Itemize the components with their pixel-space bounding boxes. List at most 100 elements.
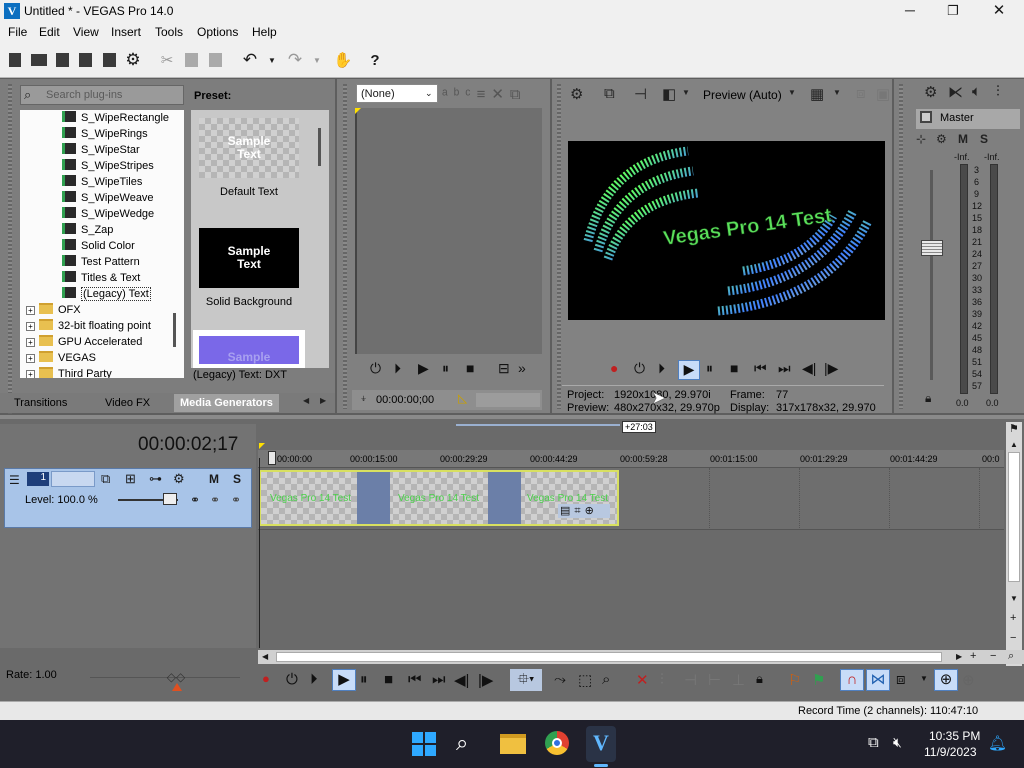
mute-button[interactable]: M <box>958 132 968 146</box>
vegas-taskbar-icon[interactable]: V <box>586 726 616 762</box>
scroll-right-icon[interactable]: ▶ <box>956 652 962 661</box>
insert-marker-icon[interactable]: ⚐ <box>788 671 801 689</box>
tree-vscrollbar[interactable] <box>173 313 176 347</box>
master-lock-icon[interactable]: 🔒︎ <box>925 391 931 406</box>
tree-item-legacy-text[interactable]: (Legacy) Text <box>62 287 151 303</box>
rate-slider-knob[interactable]: ◇◇ <box>163 670 189 684</box>
master-gear-icon[interactable]: ⚙ <box>936 132 947 146</box>
stop-icon[interactable]: ■ <box>466 360 474 376</box>
search-icon[interactable]: ⌕ <box>456 730 468 756</box>
render-as-icon[interactable] <box>100 51 118 69</box>
help-icon[interactable]: ? <box>366 51 384 69</box>
go-to-end-icon[interactable]: ⏭ <box>778 360 791 377</box>
copy-frame-icon[interactable]: ⧉ <box>510 86 527 103</box>
chrome-icon[interactable] <box>545 731 569 755</box>
preview-mode-icon[interactable]: ◧ <box>662 85 676 103</box>
pin-icon[interactable]: ⍖ <box>360 391 367 406</box>
ripple-dropdown-icon[interactable]: ▼ <box>920 674 928 683</box>
split-screen-icon[interactable]: ⊣ <box>634 85 647 103</box>
normal-edit-tool-icon[interactable]: ⯐▾ <box>510 669 542 691</box>
new-file-icon[interactable] <box>6 51 24 69</box>
tree-item-s-zap[interactable]: S_Zap <box>62 223 113 239</box>
expand-plus-icon[interactable]: + <box>26 338 35 347</box>
track-parent-icon[interactable]: ⚭ <box>190 493 200 507</box>
cut-icon[interactable]: ✂ <box>158 51 176 69</box>
copy-icon[interactable] <box>182 51 200 69</box>
taskbar-time[interactable]: 10:35 PM <box>929 729 980 743</box>
overlays-grid-icon[interactable]: ▦ <box>810 85 824 103</box>
generated-media-icon[interactable]: ▤ <box>560 505 570 517</box>
event-pan-crop-icon[interactable]: ⌗ <box>574 505 580 517</box>
tree-item-s-wipestar[interactable]: S_WipeStar <box>62 143 140 159</box>
envelope-tool-icon[interactable]: ⤳ <box>554 671 566 688</box>
go-to-start-icon[interactable]: ⏮ <box>408 671 422 688</box>
preset-thumb-default-text[interactable]: Sample Text <box>199 118 299 178</box>
windows-start-icon[interactable] <box>412 732 436 756</box>
next-frame-icon[interactable]: |▶ <box>824 360 838 377</box>
undo-dropdown-icon[interactable]: ▼ <box>263 51 281 69</box>
file-explorer-icon[interactable] <box>500 734 526 754</box>
tree-item-s-wiperings[interactable]: S_WipeRings <box>62 127 148 143</box>
list-icon[interactable]: ≡ <box>477 86 492 103</box>
track-level-slider-knob[interactable] <box>163 493 177 505</box>
taskbar-date[interactable]: 11/9/2023 <box>924 745 977 759</box>
ripple-edit-icon[interactable]: ⧈ <box>896 671 906 688</box>
play-from-start-icon[interactable]: ⏵ <box>394 360 401 377</box>
trimmer-dropdown[interactable]: (None) ⌄ <box>356 84 438 103</box>
expand-plus-icon[interactable]: + <box>26 370 35 378</box>
preview-gear-icon[interactable]: ⚙ <box>570 85 583 103</box>
search-field[interactable]: ⌕ Search plug-ins <box>20 85 184 105</box>
network-icon[interactable]: ⧉ <box>868 734 879 751</box>
solo-button[interactable]: S <box>980 132 988 146</box>
fast-forward-icon[interactable]: » <box>518 360 526 376</box>
copy-snapshot-icon[interactable]: ⧈ <box>856 85 866 102</box>
timeline-vscrollbar[interactable]: ⚑ ▲ ▼ + − <box>1006 422 1022 666</box>
tree-item-titles-and-text[interactable]: Titles & Text <box>62 271 140 287</box>
preset-thumb-legacy-dxt[interactable]: Sample <box>193 330 305 368</box>
open-folder-icon[interactable] <box>30 51 48 69</box>
pause-icon[interactable]: ⏸ <box>360 671 368 688</box>
track-fx-icon[interactable]: ⊞ <box>125 471 136 487</box>
scroll-up-icon[interactable]: ▲ <box>1010 440 1018 449</box>
tree-item-test-pattern[interactable]: Test Pattern <box>62 255 140 271</box>
tree-folder-ofx[interactable]: + OFX <box>26 303 81 319</box>
tab-scroll-left-icon[interactable]: ◀ <box>303 396 309 405</box>
loop-icon[interactable]: ⏻ <box>370 360 381 377</box>
menu-insert[interactable]: Insert <box>111 25 141 39</box>
play-from-start-icon[interactable]: ⏵ <box>658 360 665 377</box>
save-icon[interactable] <box>53 51 71 69</box>
external-monitor-icon[interactable]: ⧉ <box>604 85 615 102</box>
preview-quality-dropdown[interactable]: Preview (Auto) <box>703 88 782 102</box>
pause-icon[interactable]: ⏸ <box>442 360 449 377</box>
event-fx-icon[interactable]: ⊕ <box>585 505 594 517</box>
chevron-down-icon[interactable]: ▼ <box>788 88 796 97</box>
expand-plus-icon[interactable]: + <box>26 322 35 331</box>
stop-icon[interactable]: ■ <box>730 360 738 376</box>
play-from-start-icon[interactable]: ⏵ <box>310 671 318 688</box>
expand-plus-icon[interactable]: + <box>26 354 35 363</box>
track-composite-child-icon[interactable]: ⚭ <box>231 493 241 507</box>
redo-dropdown-icon[interactable]: ▼ <box>308 51 326 69</box>
go-to-end-icon[interactable]: ⏭ <box>432 671 446 688</box>
loop-icon[interactable]: ⏻ <box>634 360 645 377</box>
tree-item-s-wipetiles[interactable]: S_WipeTiles <box>62 175 142 191</box>
chevron-down-icon[interactable]: ▼ <box>682 88 690 97</box>
ignore-event-grouping-icon[interactable]: ⊕ <box>962 671 975 689</box>
tab-scroll-right-icon[interactable]: ▶ <box>320 396 326 405</box>
mixer-icon[interactable]: ⫶ <box>996 83 1000 100</box>
track-mask-icon[interactable]: ⚭ <box>210 493 220 507</box>
collapse-track-icon[interactable]: ☰ <box>9 473 20 487</box>
preset-vscrollbar[interactable] <box>318 128 321 166</box>
trimmer-in-marker[interactable] <box>355 108 361 114</box>
tree-folder-32-bit[interactable]: +32-bit floating point <box>26 319 151 335</box>
play-icon[interactable]: ▶ <box>332 669 356 691</box>
trim-start-icon[interactable]: ⊣ <box>684 671 697 689</box>
zoom-in-icon[interactable]: + <box>970 650 976 662</box>
scroll-thumb[interactable] <box>1008 452 1020 582</box>
master-fader-knob[interactable] <box>921 240 943 256</box>
master-gear-icon[interactable]: ⚙ <box>924 83 937 101</box>
insert-region-icon[interactable]: ⚑ <box>812 671 825 689</box>
next-frame-icon[interactable]: |▶ <box>478 671 493 689</box>
stop-icon[interactable]: ■ <box>384 671 393 688</box>
insert-fx-icon[interactable]: ⊹ <box>916 132 926 146</box>
